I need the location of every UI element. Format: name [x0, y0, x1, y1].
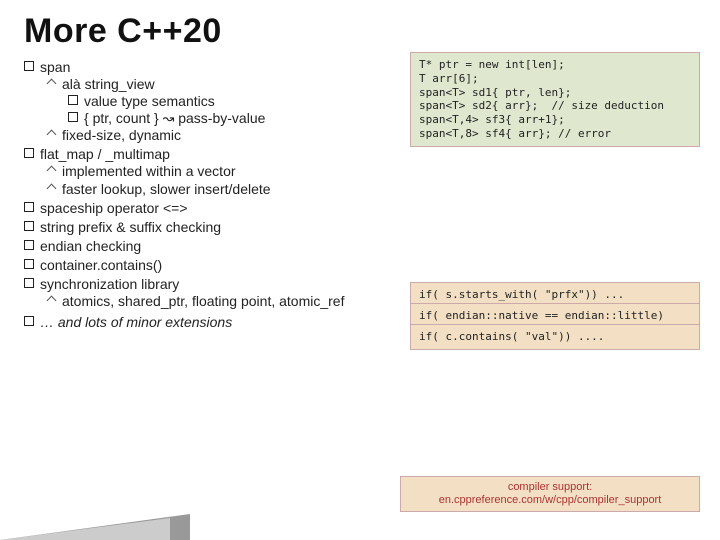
b-endian: endian checking	[40, 238, 141, 254]
b-span-s1: alà string_view	[62, 76, 155, 92]
decor-wedge-light	[0, 518, 170, 540]
b-flat: flat_map / _multimap	[40, 146, 170, 162]
compiler-support-box: compiler support: en.cppreference.com/w/…	[400, 476, 700, 512]
b-prefix: string prefix & suffix checking	[40, 219, 221, 235]
b-flat-s1: implemented within a vector	[62, 163, 236, 179]
cs-line2: en.cppreference.com/w/cpp/compiler_suppo…	[439, 494, 662, 506]
b-span-s1a: value type semantics	[84, 93, 215, 109]
code-contains: if( c.contains( "val")) ....	[410, 324, 700, 350]
b-more: … and lots of minor extensions	[40, 314, 232, 330]
b-span: span	[40, 59, 70, 75]
b-span-s1b: { ptr, count } ↝ pass-by-value	[84, 110, 265, 126]
code-span-example: T* ptr = new int[len]; T arr[6]; span<T>…	[410, 52, 700, 147]
b-flat-s2: faster lookup, slower insert/delete	[62, 181, 271, 197]
b-space: spaceship operator <=>	[40, 200, 188, 216]
b-span-s2: fixed-size, dynamic	[62, 127, 181, 143]
b-sync-s1: atomics, shared_ptr, floating point, ato…	[62, 293, 344, 309]
b-contains: container.contains()	[40, 257, 162, 273]
b-sync: synchronization library	[40, 276, 179, 292]
page-title: More C++20	[24, 12, 696, 51]
cs-line1: compiler support:	[508, 481, 592, 493]
